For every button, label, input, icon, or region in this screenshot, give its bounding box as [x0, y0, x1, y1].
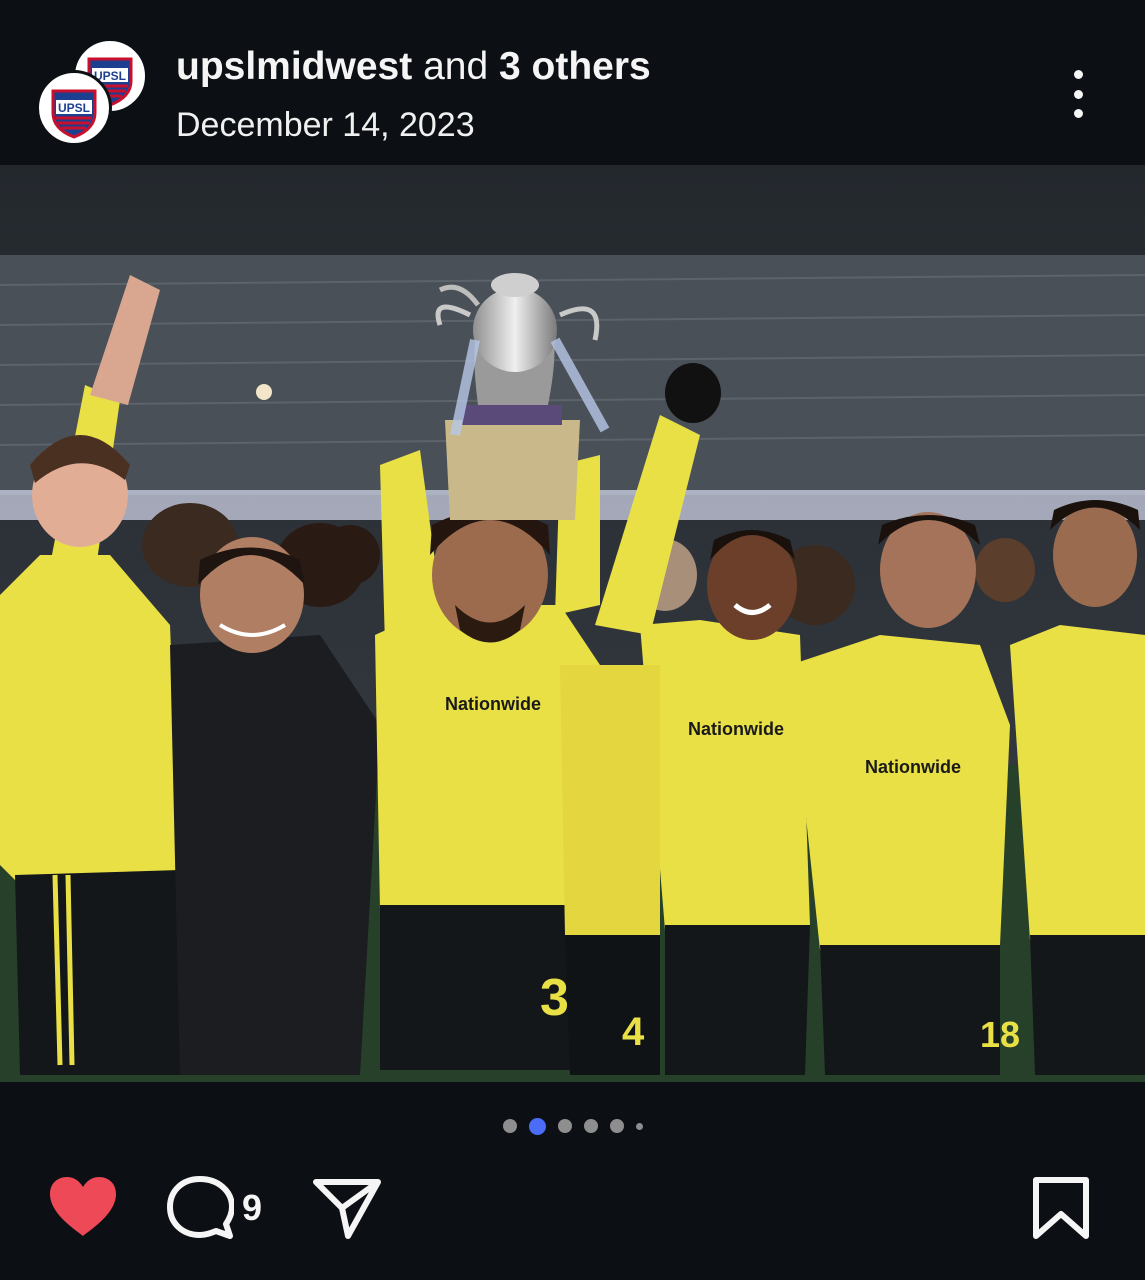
- paper-plane-icon: [313, 1179, 381, 1239]
- shirt-sponsor-text: Nationwide: [865, 757, 961, 777]
- carousel-dot[interactable]: [583, 1119, 598, 1133]
- jersey-number: 3: [540, 969, 569, 1027]
- carousel-dot-active[interactable]: [528, 1117, 546, 1135]
- post-date: December 14, 2023: [176, 106, 475, 144]
- like-button[interactable]: [46, 1174, 120, 1240]
- more-dots-icon: [1073, 70, 1083, 79]
- comment-button[interactable]: 9: [166, 1174, 262, 1242]
- comment-count: 9: [242, 1187, 263, 1228]
- collab-connector: and: [423, 45, 489, 88]
- comment-bubble-icon: [167, 1176, 234, 1239]
- collab-others-link[interactable]: 3 others: [499, 45, 651, 88]
- carousel-dot[interactable]: [557, 1119, 572, 1133]
- jersey-number: 4: [622, 1010, 645, 1054]
- shirt-sponsor-text: Nationwide: [445, 694, 541, 714]
- carousel-dot[interactable]: [502, 1119, 517, 1133]
- post-author-line: upslmidwest and 3 others: [176, 44, 651, 90]
- jersey-number: 18: [980, 1014, 1020, 1055]
- carousel-indicator[interactable]: [0, 1116, 1145, 1136]
- save-button[interactable]: [1030, 1176, 1092, 1240]
- collab-avatars[interactable]: UPSL UPSL: [36, 38, 151, 153]
- carousel-dot[interactable]: [635, 1122, 643, 1130]
- post-action-bar: 9: [0, 1170, 1145, 1250]
- heart-filled-icon: [50, 1177, 116, 1236]
- upsl-logo-icon: UPSL: [41, 75, 107, 141]
- post-header: UPSL UPSL upslmidwest and 3 others Decem…: [0, 0, 1145, 165]
- team-celebration-image: 3 Nationwide Nationwide Nationwide 18 4: [0, 165, 1145, 1082]
- carousel-dot[interactable]: [609, 1119, 624, 1133]
- avatar-logo-text: UPSL: [58, 101, 90, 115]
- bookmark-icon: [1033, 1177, 1089, 1239]
- shirt-sponsor-text: Nationwide: [688, 719, 784, 739]
- avatar-upsl[interactable]: UPSL: [36, 70, 112, 146]
- author-username[interactable]: upslmidwest: [176, 45, 412, 88]
- post-photo[interactable]: 3 Nationwide Nationwide Nationwide 18 4: [0, 165, 1145, 1082]
- more-options-button[interactable]: [1056, 64, 1100, 124]
- share-button[interactable]: [312, 1176, 382, 1240]
